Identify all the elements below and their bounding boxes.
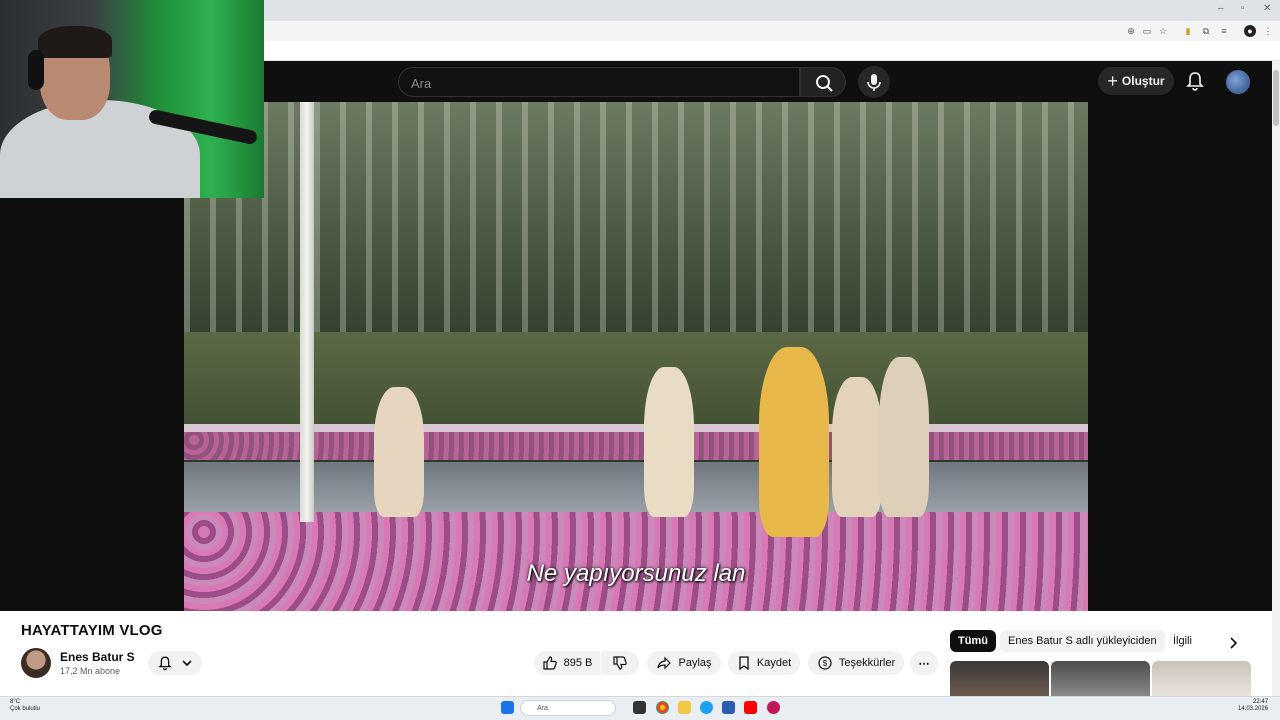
notifications-button[interactable] [1184,70,1206,92]
channel-avatar[interactable] [21,648,51,678]
downloads-icon[interactable]: ≡ [1218,25,1230,37]
minimize-icon[interactable]: – [1218,3,1224,14]
video-frame-trees [184,102,1088,332]
video-figure [759,347,829,537]
taskbar-search-placeholder: Ara [537,704,548,712]
weather-temp: 8°C [10,699,21,705]
like-button[interactable]: 895 B [534,651,600,675]
svg-text:$: $ [823,659,828,668]
thumbs-down-icon [613,656,627,670]
search-button[interactable] [800,67,846,97]
bell-icon [1186,72,1204,91]
taskbar-search-input[interactable]: Ara [520,700,616,716]
close-icon[interactable]: ✕ [1263,3,1271,14]
video-frame-water [184,462,1088,512]
extension-icon[interactable]: ▮ [1182,25,1194,37]
menu-icon[interactable]: ⋮ [1262,25,1274,37]
page-scrollbar[interactable] [1272,61,1280,696]
system-clock[interactable]: 22:47 14.03.2026 [1238,699,1268,713]
windows-start-icon[interactable] [501,701,514,714]
chip-related[interactable]: İlgili [1165,630,1200,652]
channel-name[interactable]: Enes Batur S [60,650,135,664]
video-figure [644,367,694,517]
account-avatar[interactable] [1226,70,1250,94]
more-actions-button[interactable]: ⋯ [910,651,938,675]
chrome-icon[interactable] [656,701,669,714]
recommended-video-thumbnail[interactable] [950,661,1049,696]
like-count: 895 B [563,657,593,669]
video-subtitle: Ne yapıyorsunuz lan [526,560,746,587]
voice-search-button[interactable] [858,66,890,98]
facecam-hair [38,26,112,58]
video-frame-flowers-back [184,430,1088,460]
video-figure [374,387,424,517]
facecam-headphone [28,50,44,90]
streamer-facecam [0,0,264,198]
app-icon[interactable] [767,701,780,714]
recommended-video-thumbnail[interactable] [1152,661,1251,696]
video-title: HAYATTAYIM VLOG [21,622,163,639]
weather-widget[interactable]: 8°C Çok bulutlu [10,699,40,713]
chip-uploads[interactable]: Enes Batur S adlı yükleyiciden [1000,630,1165,652]
maximize-icon[interactable]: ▫ [1241,3,1245,14]
create-button[interactable]: + Oluştur [1098,67,1174,95]
chevron-down-icon [182,660,192,667]
scrollbar-thumb[interactable] [1273,70,1279,126]
bookmark-icon [739,656,749,671]
save-label: Kaydet [756,657,792,669]
clock-time: 22:47 [1253,699,1269,705]
clock-date: 14.03.2026 [1238,706,1269,712]
chevron-right-icon [1230,637,1238,649]
save-button[interactable]: Kaydet [728,651,800,675]
youtube-app-icon[interactable] [744,701,757,714]
plus-icon: + [1107,71,1118,91]
video-figure [832,377,882,517]
chip-scroll-right-button[interactable] [1226,636,1240,650]
dislike-button[interactable] [601,651,639,675]
recommended-video-thumbnail[interactable] [1051,661,1150,696]
thanks-button[interactable]: $ Teşekkürler [808,651,904,675]
task-view-icon[interactable] [633,701,646,714]
search-input[interactable]: Ara [398,67,800,97]
thumbs-up-icon [543,656,557,670]
video-player[interactable] [184,102,1088,611]
microphone-icon [867,74,881,91]
puzzle-icon[interactable]: ⧉ [1200,25,1212,37]
store-icon[interactable] [722,701,735,714]
dollar-heart-icon: $ [818,656,832,670]
video-frame-pole [300,102,314,522]
star-icon[interactable]: ☆ [1157,25,1169,37]
subscribe-notification-button[interactable] [148,651,202,675]
zoom-icon[interactable]: ⊕ [1125,25,1137,37]
file-explorer-icon[interactable] [678,701,691,714]
chip-all[interactable]: Tümü [950,630,996,652]
share-button[interactable]: Paylaş [647,651,721,675]
video-figure [879,357,929,517]
edge-icon[interactable] [700,701,713,714]
bell-icon [158,656,172,671]
create-label: Oluştur [1121,74,1165,88]
share-icon [657,656,672,670]
share-label: Paylaş [678,657,712,669]
video-frame-railing [184,424,1088,432]
cast-icon[interactable]: ▭ [1141,25,1153,37]
search-icon [816,75,833,92]
weather-desc: Çok bulutlu [10,706,41,712]
subscriber-count: 17,2 Mn abone [60,666,121,676]
more-horizontal-icon: ⋯ [918,657,930,670]
thanks-label: Teşekkürler [838,657,896,669]
profile-icon[interactable]: ● [1244,25,1256,37]
